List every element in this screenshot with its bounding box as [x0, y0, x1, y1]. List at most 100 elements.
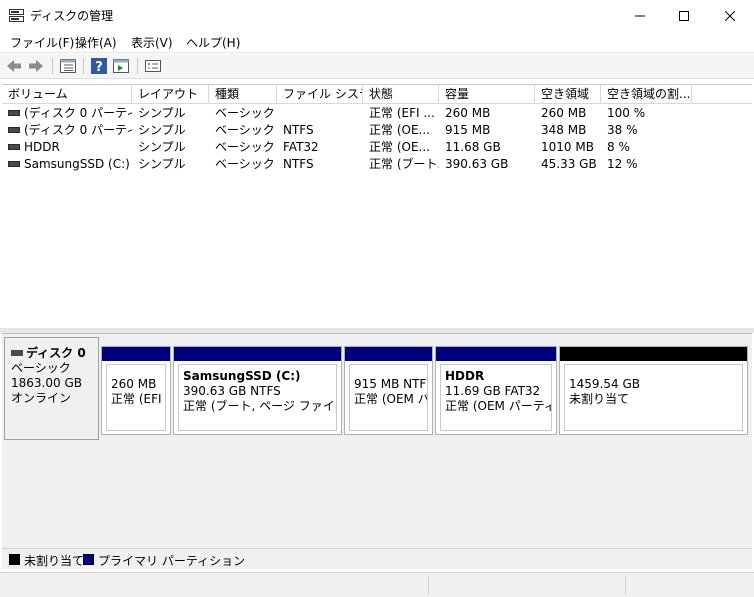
volume-icon [8, 160, 20, 167]
disk-type: ベーシック [11, 361, 71, 375]
toolbar: ? [0, 54, 754, 79]
disk-management-app-icon [9, 9, 24, 22]
disk-state: オンライン [11, 391, 72, 405]
column-header-status[interactable]: 状態 [363, 85, 439, 104]
cell-free-space: 348 MB [541, 123, 587, 137]
cell-capacity: 915 MB [445, 123, 491, 137]
legend-swatch-unallocated [9, 554, 20, 565]
partition-bar [174, 347, 341, 361]
column-header-type[interactable]: 種類 [209, 85, 277, 104]
cell-layout: シンプル [138, 157, 186, 171]
close-button[interactable] [708, 0, 752, 31]
properties-icon[interactable] [112, 57, 130, 75]
cell-filesystem: NTFS [283, 157, 314, 171]
partition-name [354, 369, 427, 377]
status-bar-divider [625, 576, 626, 595]
cell-layout: シンプル [138, 106, 186, 120]
window-title: ディスクの管理 [30, 9, 114, 23]
volume-name: SamsungSSD (C:) [24, 157, 130, 171]
partition-info: 915 MB NTFS 正常 (OEM パー [349, 364, 428, 431]
cell-free-space: 1010 MB [541, 140, 594, 154]
partition-status: 未割り当て [569, 392, 630, 406]
column-header-volume[interactable]: ボリューム [2, 85, 132, 104]
cell-filesystem [277, 105, 363, 122]
partition-size: 1459.54 GB [569, 377, 640, 391]
settings-icon[interactable] [144, 57, 162, 75]
partition-bar [436, 347, 556, 361]
column-header-capacity[interactable]: 容量 [439, 85, 535, 104]
cell-filesystem: FAT32 [283, 140, 319, 154]
minimize-button[interactable] [618, 0, 662, 31]
volume-name: HDDR [24, 140, 60, 154]
partition-size: 915 MB NTFS [354, 377, 428, 391]
cell-free-percent: 38 % [607, 123, 638, 137]
legend: 未割り当て プライマリ パーティション [2, 548, 752, 569]
toolbar-separator [83, 58, 84, 74]
cell-filesystem: NTFS [283, 123, 314, 137]
partition-bar [560, 347, 747, 361]
menu-bar: ファイル(F) 操作(A) 表示(V) ヘルプ(H) [0, 31, 754, 53]
cell-layout: シンプル [138, 123, 186, 137]
partition-oem[interactable]: 915 MB NTFS 正常 (OEM パー [344, 346, 433, 435]
menu-view[interactable]: 表示(V) [131, 34, 173, 51]
cell-volume: (ディスク 0 パーティシ... [2, 122, 132, 139]
help-icon[interactable]: ? [90, 57, 108, 75]
table-row[interactable]: HDDR シンプル ベーシック FAT32 正常 (OE... 11.68 GB… [2, 139, 752, 156]
cell-type: ベーシック [215, 106, 275, 120]
svg-text:?: ? [95, 60, 103, 75]
toolbar-separator [52, 58, 53, 74]
partition-name [111, 369, 165, 377]
column-header-free-space[interactable]: 空き領域 [535, 85, 601, 104]
partition-info: HDDR 11.69 GB FAT32 正常 (OEM パーティショ [440, 364, 552, 431]
partition-status: 正常 (EFI シ [111, 392, 165, 406]
table-row[interactable]: (ディスク 0 パーティシ... シンプル ベーシック 正常 (EFI ... … [2, 105, 752, 122]
cell-status: 正常 (OE... [369, 123, 430, 137]
table-row[interactable]: (ディスク 0 パーティシ... シンプル ベーシック NTFS 正常 (OE.… [2, 122, 752, 139]
volume-icon [8, 126, 20, 133]
cell-type: ベーシック [215, 140, 275, 154]
menu-action[interactable]: 操作(A) [75, 34, 117, 51]
cell-volume: (ディスク 0 パーティシ... [2, 105, 132, 122]
partition-unallocated[interactable]: 1459.54 GB 未割り当て [559, 346, 748, 435]
cell-status: 正常 (OE... [369, 140, 430, 154]
volume-name: (ディスク 0 パーティシ... [24, 123, 132, 137]
column-header-layout[interactable]: レイアウト [132, 85, 209, 104]
maximize-button[interactable] [662, 0, 706, 31]
partition-efi[interactable]: 260 MB 正常 (EFI シ [101, 346, 171, 435]
cell-free-percent: 100 % [607, 106, 646, 120]
cell-free-space: 45.33 GB [541, 157, 597, 171]
cell-capacity: 390.63 GB [445, 157, 509, 171]
forward-arrow-icon[interactable] [27, 57, 45, 75]
partition-status: 正常 (OEM パー [354, 392, 427, 406]
volume-list[interactable]: ボリューム レイアウト 種類 ファイル システム 状態 容量 空き領域 空き領域… [2, 84, 752, 328]
disk-title: ディスク 0 [11, 346, 98, 361]
status-bar [0, 572, 754, 597]
cell-status: 正常 (EFI ... [369, 106, 435, 120]
back-arrow-icon[interactable] [5, 57, 23, 75]
volume-icon [8, 109, 20, 116]
legend-label-unallocated: 未割り当て [24, 554, 85, 568]
toolbar-separator [137, 58, 138, 74]
disk-size: 1863.00 GB [11, 376, 82, 390]
partition-samsungssd-c[interactable]: SamsungSSD (C:) 390.63 GB NTFS 正常 (ブート, … [173, 346, 342, 435]
disk-label[interactable]: ディスク 0 ベーシック 1863.00 GB オンライン [4, 337, 99, 440]
table-row[interactable]: SamsungSSD (C:) シンプル ベーシック NTFS 正常 (ブート.… [2, 156, 752, 173]
menu-file[interactable]: ファイル(F) [10, 34, 74, 51]
partition-status: 正常 (OEM パーティショ [445, 399, 551, 413]
minimize-icon [635, 15, 645, 16]
disk-map-pane: ディスク 0 ベーシック 1863.00 GB オンライン 260 MB 正常 … [2, 333, 752, 548]
partition-size: 260 MB [111, 377, 157, 391]
partition-name: SamsungSSD (C:) [183, 369, 301, 383]
partition-bar [102, 347, 170, 361]
menu-help[interactable]: ヘルプ(H) [186, 34, 240, 51]
list-view-icon[interactable] [59, 57, 77, 75]
partition-info: 1459.54 GB 未割り当て [564, 364, 743, 431]
legend-swatch-primary [83, 554, 94, 565]
partition-status: 正常 (ブート, ページ ファイル, クラッ [183, 399, 336, 413]
partition-info: SamsungSSD (C:) 390.63 GB NTFS 正常 (ブート, … [178, 364, 337, 431]
partition-hddr[interactable]: HDDR 11.69 GB FAT32 正常 (OEM パーティショ [435, 346, 557, 435]
column-header-filesystem[interactable]: ファイル システム [277, 85, 363, 104]
column-header-free-percent[interactable]: 空き領域の割... [601, 85, 692, 104]
disk-name: ディスク 0 [26, 346, 86, 360]
cell-type: ベーシック [215, 157, 275, 171]
